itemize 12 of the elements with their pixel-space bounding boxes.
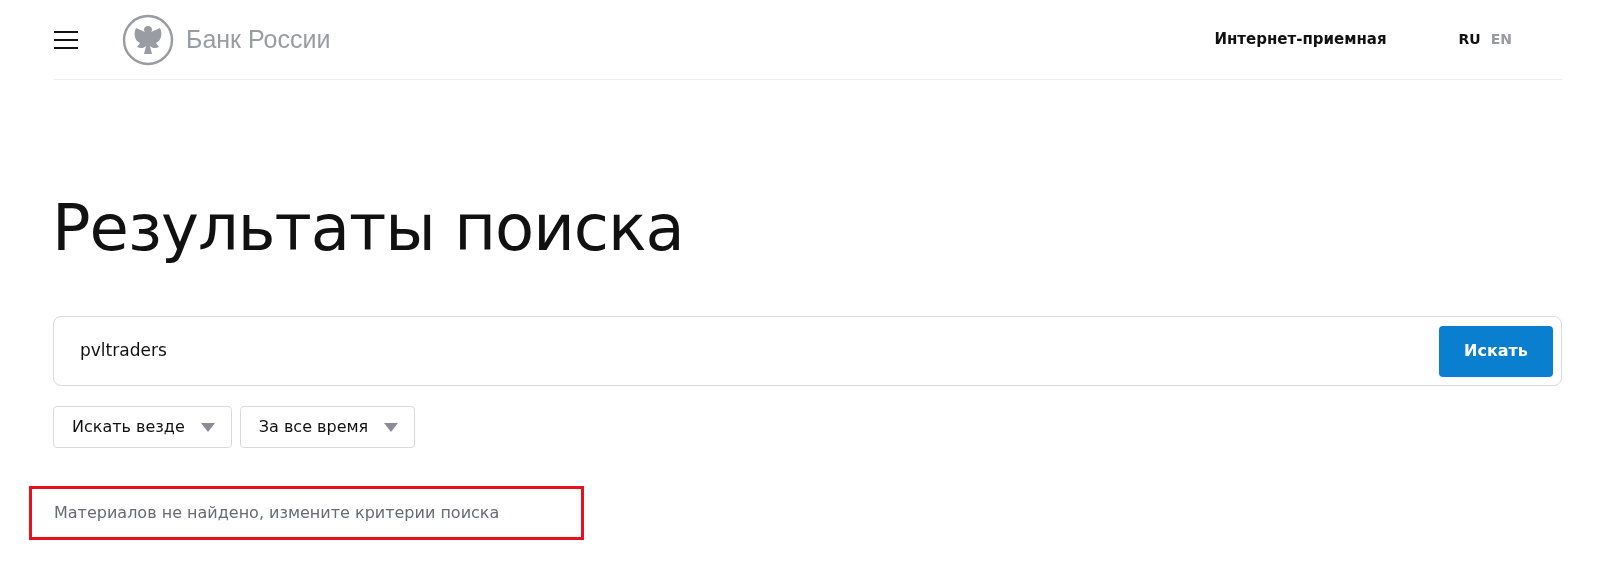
menu-icon[interactable] <box>54 30 78 49</box>
filter-dropdown[interactable]: Искать везде <box>53 406 232 448</box>
page-title: Результаты поиска <box>52 190 685 267</box>
reception-link[interactable]: Интернет-приемная <box>1214 28 1387 51</box>
caret-icon <box>200 422 215 432</box>
eagle-emblem-icon <box>122 13 174 66</box>
no-results-message: Материалов не найдено, измените критерии поиска <box>54 502 500 524</box>
filter-dropdown[interactable]: За все время <box>239 406 416 448</box>
search-button[interactable]: Искать <box>1439 325 1553 377</box>
search-field[interactable]: pvltraders Искать <box>53 316 1562 386</box>
language-link[interactable]: RU <box>1458 29 1481 50</box>
caret-icon <box>384 422 399 432</box>
